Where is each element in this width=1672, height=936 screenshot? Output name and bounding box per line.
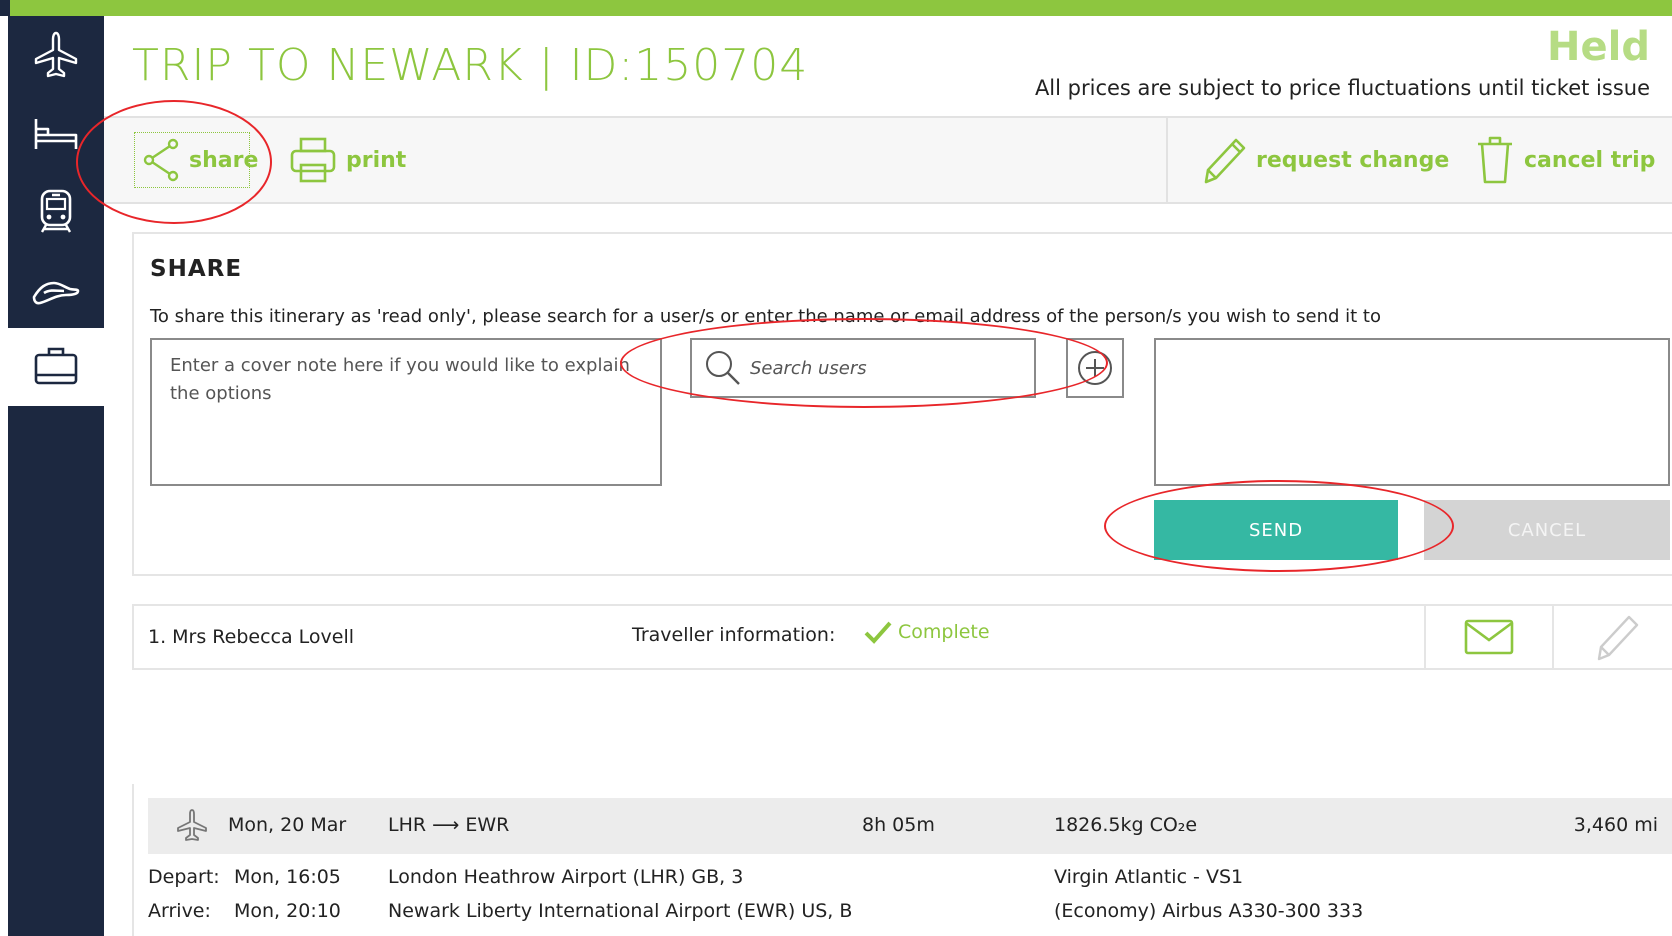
trash-icon — [1478, 136, 1512, 184]
user-search-box[interactable] — [690, 338, 1036, 398]
envelope-icon — [1464, 619, 1514, 655]
flight-co2: 1826.5kg CO₂e — [1054, 814, 1198, 836]
top-accent-corner — [0, 0, 10, 16]
nav-item-rail[interactable] — [8, 172, 104, 250]
depart-airport: London Heathrow Airport (LHR) GB, 3 — [388, 866, 744, 888]
depart-label: Depart: — [148, 866, 220, 888]
plus-circle-icon — [1078, 351, 1112, 385]
flight-distance: 3,460 mi — [1573, 814, 1658, 836]
briefcase-icon — [34, 347, 78, 385]
arrive-time: Mon, 20:10 — [234, 900, 341, 922]
edit-pencil-icon — [1597, 615, 1639, 661]
share-label: share — [189, 147, 259, 173]
arrive-row: Arrive: Mon, 20:10 Newark Liberty Intern… — [148, 900, 1672, 932]
flight-summary-bar: Mon, 20 Mar LHR ⟶ EWR 8h 05m 1826.5kg CO… — [148, 798, 1672, 854]
nav-item-trips[interactable] — [8, 328, 104, 406]
share-button[interactable]: share — [134, 132, 258, 188]
cover-note-field[interactable] — [150, 338, 662, 486]
flight-date: Mon, 20 Mar — [228, 814, 347, 836]
trip-toolbar: share print request change cancel trip — [104, 116, 1672, 204]
traveller-status-text: Complete — [898, 621, 990, 643]
top-accent-bar — [0, 0, 1672, 16]
flight-carrier: Virgin Atlantic - VS1 — [1054, 866, 1244, 888]
search-users-input[interactable] — [750, 357, 1020, 379]
recipients-list[interactable] — [1154, 338, 1670, 486]
nav-item-hotels[interactable] — [8, 94, 104, 172]
request-change-button[interactable]: request change — [1198, 132, 1449, 188]
train-icon — [40, 189, 72, 233]
email-traveller-button[interactable] — [1424, 606, 1552, 668]
flight-segment: Mon, 20 Mar LHR ⟶ EWR 8h 05m 1826.5kg CO… — [132, 784, 1672, 936]
add-recipient-button[interactable] — [1066, 338, 1124, 398]
flight-cabin: (Economy) Airbus A330-300 333 — [1054, 900, 1364, 922]
edit-traveller-button[interactable] — [1552, 606, 1672, 668]
share-panel: SHARE To share this itinerary as 'read o… — [132, 232, 1672, 576]
car-icon — [32, 281, 80, 305]
arrive-airport: Newark Liberty International Airport (EW… — [388, 900, 853, 922]
traveller-row: 1. Mrs Rebecca Lovell Traveller informat… — [132, 604, 1672, 670]
price-notice: All prices are subject to price fluctuat… — [1034, 76, 1650, 100]
cancel-share-button[interactable]: CANCEL — [1424, 500, 1670, 560]
cancel-trip-button[interactable]: cancel trip — [1474, 132, 1655, 188]
side-nav — [8, 16, 104, 936]
nav-item-flights[interactable] — [8, 16, 104, 94]
pencil-icon — [1204, 138, 1246, 184]
flight-route: LHR ⟶ EWR — [388, 814, 510, 836]
printer-icon — [290, 137, 336, 183]
cancel-trip-label: cancel trip — [1524, 147, 1656, 173]
toolbar-divider — [1166, 118, 1168, 202]
checkmark-icon — [864, 621, 892, 644]
page-title: TRIP TO NEWARK | ID:150704 — [132, 40, 809, 91]
share-icon — [143, 138, 179, 182]
depart-row: Depart: Mon, 16:05 London Heathrow Airpo… — [148, 866, 1672, 898]
traveller-name: 1. Mrs Rebecca Lovell — [148, 626, 355, 648]
traveller-info-status: Complete — [864, 620, 990, 644]
share-heading: SHARE — [150, 256, 243, 282]
bed-icon — [34, 119, 78, 149]
print-label: print — [346, 147, 407, 173]
share-instructions: To share this itinerary as 'read only', … — [150, 306, 1381, 327]
depart-time: Mon, 16:05 — [234, 866, 341, 888]
traveller-info-label: Traveller information: — [632, 624, 836, 646]
nav-item-cars[interactable] — [8, 250, 104, 328]
print-button[interactable]: print — [288, 132, 406, 188]
plane-icon — [177, 809, 207, 841]
request-change-label: request change — [1256, 147, 1450, 173]
send-button[interactable]: SEND — [1154, 500, 1398, 560]
plane-icon — [34, 31, 78, 78]
flight-duration: 8h 05m — [862, 814, 935, 836]
trip-status: Held — [1547, 24, 1650, 70]
arrive-label: Arrive: — [148, 900, 211, 922]
search-icon — [706, 351, 740, 385]
